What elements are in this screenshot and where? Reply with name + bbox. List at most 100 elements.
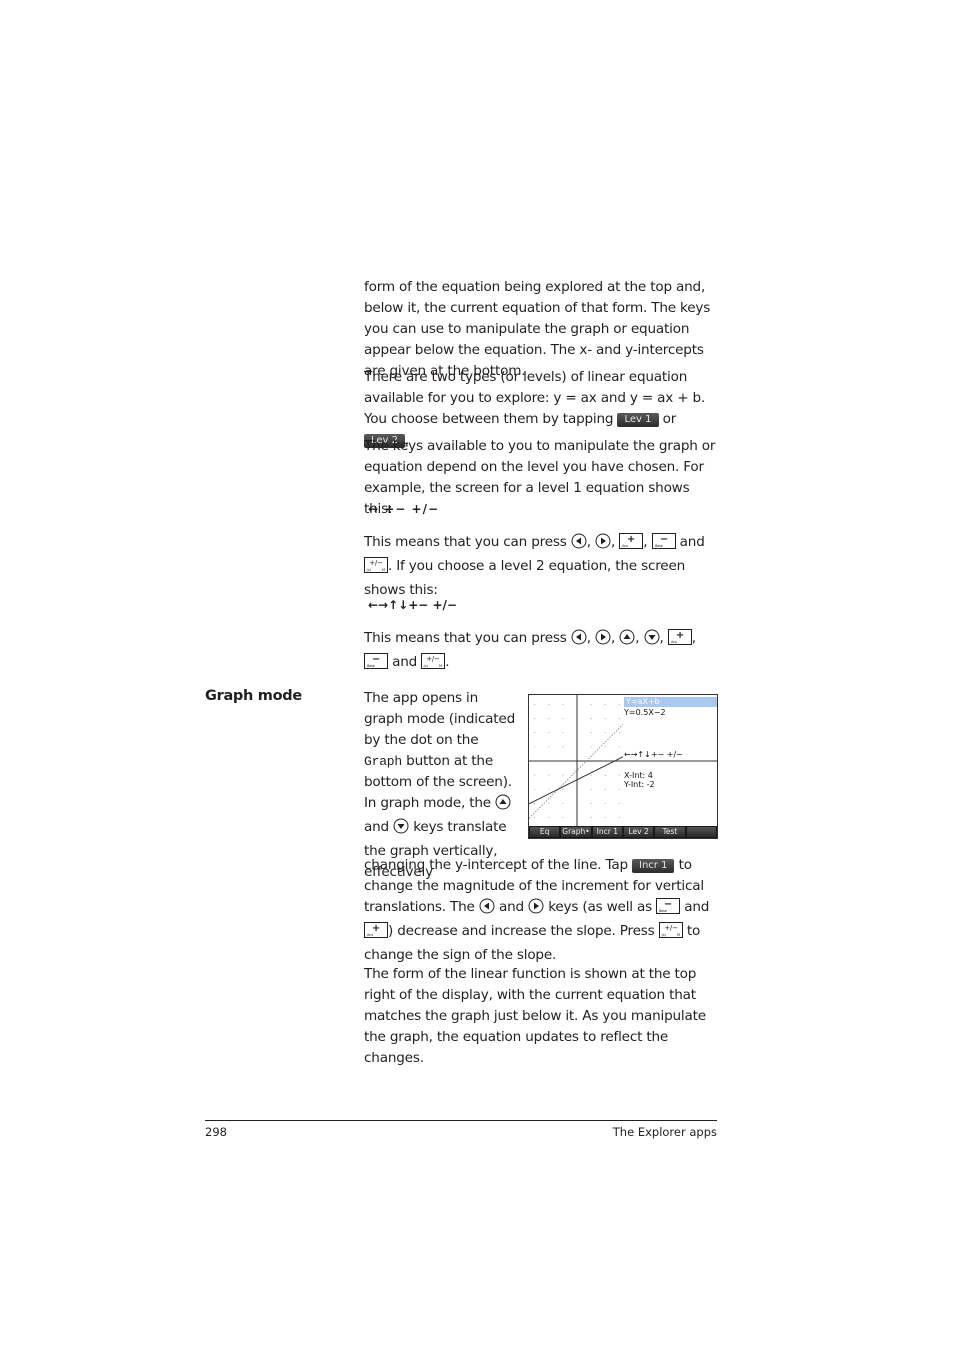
grid-dot bbox=[618, 732, 620, 734]
grid-dot bbox=[534, 816, 536, 818]
grid-dot bbox=[604, 746, 606, 748]
svg-text:Ans: Ans bbox=[671, 640, 677, 644]
menu-empty-button[interactable] bbox=[686, 827, 716, 837]
level1-key-symbols: ↔ +− +/− bbox=[368, 502, 440, 516]
menu-eq-button[interactable]: Eq bbox=[530, 827, 560, 837]
paragraph-text: . If you choose a level 2 equation, the … bbox=[364, 558, 686, 598]
svg-text:Base: Base bbox=[659, 909, 667, 913]
plus-key-icon: + Ans bbox=[667, 629, 692, 652]
menu-graph-button[interactable]: Graph• bbox=[561, 827, 591, 837]
grid-dot bbox=[604, 732, 606, 734]
level1-keys-paragraph: This means that you can press , , + Ans, … bbox=[364, 533, 705, 598]
grid-dot bbox=[618, 704, 620, 706]
left-arrow-key-icon bbox=[479, 898, 495, 921]
grid-dot bbox=[534, 746, 536, 748]
grid-dot bbox=[590, 718, 592, 720]
minus-key-icon: − Base bbox=[651, 533, 676, 556]
grid-dot bbox=[548, 774, 550, 776]
svg-text:+/−: +/− bbox=[426, 655, 440, 663]
svg-text:Ans: Ans bbox=[622, 544, 628, 548]
svg-text:M: M bbox=[677, 933, 680, 937]
svg-text:Base: Base bbox=[655, 544, 663, 548]
svg-text:Ans: Ans bbox=[367, 933, 373, 937]
grid-dot bbox=[590, 746, 592, 748]
calculator-screenshot: Y=aX+b Y=0.5X−2 ←→↑↓+− +/− X-Int: 4 Y-In… bbox=[528, 694, 718, 839]
grid-dot bbox=[562, 732, 564, 734]
paragraph-text: or bbox=[662, 411, 677, 427]
paragraph-text: changing the y-intercept of the line. Ta… bbox=[364, 857, 628, 873]
svg-text:Base: Base bbox=[367, 664, 375, 668]
menu-test-button[interactable]: Test bbox=[655, 827, 685, 837]
grid-dot bbox=[548, 718, 550, 720]
grid-dot bbox=[590, 816, 592, 818]
incr1-softkey: Incr 1 bbox=[632, 859, 675, 873]
chapter-title: The Explorer apps bbox=[612, 1125, 717, 1139]
sign-key-icon: +/− (x) M bbox=[364, 557, 388, 580]
paragraph-text: This means that you can press bbox=[364, 630, 567, 646]
minus-key-icon: − Base bbox=[364, 653, 388, 676]
equation-form-label: Y=aX+b bbox=[624, 697, 717, 707]
down-arrow-key-icon bbox=[393, 818, 409, 841]
grid-dot bbox=[604, 704, 606, 706]
svg-text:+/−: +/− bbox=[664, 924, 678, 932]
paragraph-text: and bbox=[679, 534, 705, 550]
plus-key-icon: + Ans bbox=[619, 533, 644, 556]
paragraph-text: keys (as well as bbox=[548, 899, 652, 915]
grid-dot bbox=[548, 816, 550, 818]
current-equation: Y=0.5X−2 bbox=[624, 708, 666, 717]
grid-dot bbox=[590, 704, 592, 706]
grid-dot bbox=[548, 704, 550, 706]
svg-text:(x): (x) bbox=[424, 664, 429, 668]
paragraph-text: and bbox=[364, 819, 389, 835]
right-arrow-key-icon bbox=[595, 533, 611, 556]
grid-dot bbox=[534, 802, 536, 804]
current-line bbox=[529, 756, 624, 805]
grid-dot bbox=[548, 746, 550, 748]
section-heading: Graph mode bbox=[205, 688, 302, 704]
grid-dot bbox=[548, 802, 550, 804]
grid-dot bbox=[590, 774, 592, 776]
grid-dot bbox=[604, 718, 606, 720]
grid-dot bbox=[534, 774, 536, 776]
form-paragraph: The form of the linear function is shown… bbox=[364, 964, 716, 1069]
level2-keys-paragraph: This means that you can press , , , , + A… bbox=[364, 628, 716, 676]
lev1-softkey: Lev 1 bbox=[617, 413, 659, 427]
grid-dot bbox=[618, 774, 620, 776]
svg-text:+/−: +/− bbox=[369, 559, 383, 567]
grid-dot bbox=[604, 774, 606, 776]
grid-dot bbox=[562, 802, 564, 804]
grid-dot bbox=[562, 788, 564, 790]
left-arrow-key-icon bbox=[571, 629, 587, 652]
up-arrow-key-icon bbox=[619, 629, 635, 652]
svg-text:+: + bbox=[627, 534, 635, 545]
down-arrow-key-icon bbox=[644, 629, 660, 652]
menu-incr-button[interactable]: Incr 1 bbox=[592, 827, 622, 837]
paragraph-text: ) decrease and increase the slope. Press bbox=[388, 923, 655, 939]
svg-text:+: + bbox=[372, 923, 380, 934]
page-number: 298 bbox=[205, 1125, 227, 1139]
grid-dot bbox=[562, 704, 564, 706]
calc-menu-bar: Eq Graph• Incr 1 Lev 2 Test bbox=[529, 826, 717, 838]
right-arrow-key-icon bbox=[595, 629, 611, 652]
grid-dot bbox=[618, 802, 620, 804]
graph-mode-paragraph-narrow: The app opens in graph mode (indicated b… bbox=[364, 688, 520, 883]
grid-dot bbox=[562, 774, 564, 776]
menu-lev-button[interactable]: Lev 2 bbox=[623, 827, 654, 837]
right-arrow-key-icon bbox=[528, 898, 544, 921]
level2-key-symbols: ←→↑↓+− +/− bbox=[368, 598, 457, 612]
graph-code-label: Graph bbox=[364, 754, 403, 769]
paragraph-text: . bbox=[445, 654, 450, 670]
grid-dot bbox=[590, 732, 592, 734]
paragraph-text: and bbox=[498, 899, 524, 915]
grid-dot bbox=[618, 718, 620, 720]
svg-text:(x): (x) bbox=[661, 933, 666, 937]
svg-text:+: + bbox=[676, 630, 684, 641]
grid-dot bbox=[534, 718, 536, 720]
grid-dot bbox=[590, 802, 592, 804]
svg-text:M: M bbox=[382, 568, 385, 572]
left-arrow-key-icon bbox=[571, 533, 587, 556]
grid-dot bbox=[618, 788, 620, 790]
paragraph-text: This means that you can press bbox=[364, 534, 567, 550]
grid-dot bbox=[604, 788, 606, 790]
sign-key-icon: +/− (x) M bbox=[421, 653, 446, 676]
